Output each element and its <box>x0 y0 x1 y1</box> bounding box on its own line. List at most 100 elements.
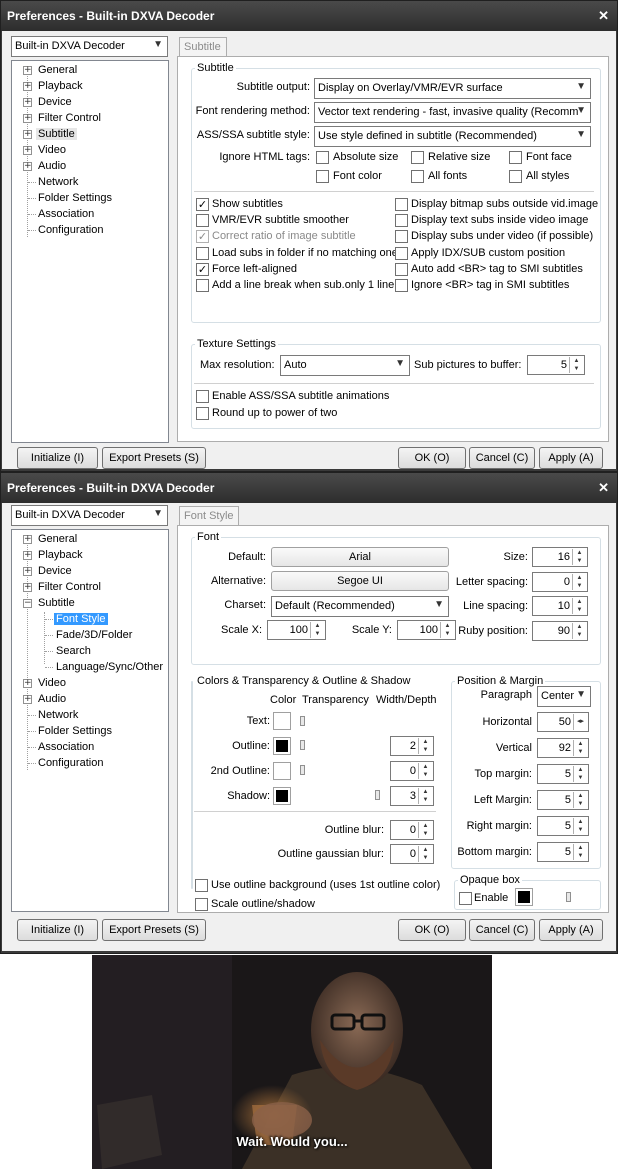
expand-icon[interactable]: + <box>23 583 32 592</box>
apply-button[interactable]: Apply (A) <box>539 919 603 941</box>
html-absolute-size-checkbox[interactable] <box>316 151 329 164</box>
tree-item-audio[interactable]: Audio <box>38 693 66 705</box>
outline2-transparency-slider[interactable] <box>300 770 380 771</box>
initialize-button[interactable]: Initialize (I) <box>17 447 98 469</box>
tree-item-device[interactable]: Device <box>38 565 72 577</box>
slider-thumb[interactable] <box>566 892 571 902</box>
tree-item-audio[interactable]: Audio <box>38 160 66 172</box>
expand-icon[interactable]: + <box>23 679 32 688</box>
spin-arrows-icon[interactable]: ▲ ▼ <box>572 549 586 565</box>
scale-outline-checkbox[interactable] <box>195 898 208 911</box>
gaussian-blur-spinner[interactable]: 0 ▲ ▼ <box>390 844 434 864</box>
spin-arrows-icon[interactable]: ▲ ▼ <box>573 818 587 834</box>
bitmap-outside-checkbox[interactable] <box>395 198 408 211</box>
tree-item-configuration[interactable]: Configuration <box>38 224 103 236</box>
alt-font-button[interactable]: Segoe UI <box>271 571 449 591</box>
ass-animations-checkbox[interactable] <box>196 390 209 403</box>
text-color-swatch[interactable] <box>273 712 291 730</box>
title-bar[interactable]: Preferences - Built-in DXVA Decoder ✕ <box>1 1 617 31</box>
tree-item-network[interactable]: Network <box>38 709 78 721</box>
bottom-margin-spinner[interactable]: 5 ▲ ▼ <box>537 842 589 862</box>
expand-icon[interactable]: + <box>23 82 32 91</box>
close-icon[interactable]: ✕ <box>598 8 609 24</box>
html-all-fonts-checkbox[interactable] <box>411 170 424 183</box>
expand-icon[interactable]: + <box>23 66 32 75</box>
tree-item-video[interactable]: Video <box>38 144 66 156</box>
slider-thumb[interactable] <box>300 740 305 750</box>
outline2-color-swatch[interactable] <box>273 762 291 780</box>
export-presets-button[interactable]: Export Presets (S) <box>102 447 206 469</box>
spin-arrows-icon[interactable]: ▲ ▼ <box>418 822 432 838</box>
scale-x-spinner[interactable]: 100 ▲ ▼ <box>267 620 326 640</box>
tree-item-general[interactable]: General <box>38 533 77 545</box>
close-icon[interactable]: ✕ <box>598 480 609 496</box>
expand-icon[interactable]: + <box>23 695 32 704</box>
tab-font-style[interactable]: Font Style <box>179 506 239 526</box>
tree-item-association[interactable]: Association <box>38 741 94 753</box>
ignore-br-checkbox[interactable] <box>395 279 408 292</box>
text-transparency-slider[interactable] <box>300 721 380 722</box>
auto-br-checkbox[interactable] <box>395 263 408 276</box>
buffer-spinner[interactable]: 5 ▲ ▼ <box>527 355 585 375</box>
text-inside-checkbox[interactable] <box>395 214 408 227</box>
subtitle-output-select[interactable]: Display on Overlay/VMR/EVR surface ▼ <box>314 78 591 99</box>
spin-arrows-icon[interactable]: ▲ ▼ <box>572 623 586 639</box>
outline-blur-spinner[interactable]: 0 ▲ ▼ <box>390 820 434 840</box>
tree-item-subtitle[interactable]: Subtitle <box>38 597 75 609</box>
load-subs-folder-checkbox[interactable] <box>196 247 209 260</box>
cancel-button[interactable]: Cancel (C) <box>469 919 535 941</box>
html-all-styles-checkbox[interactable] <box>509 170 522 183</box>
tree-item-folder-settings[interactable]: Folder Settings <box>38 725 112 737</box>
force-left-aligned-checkbox[interactable]: ✓ <box>196 263 209 276</box>
html-font-color-checkbox[interactable] <box>316 170 329 183</box>
letter-spacing-spinner[interactable]: 0 ▲ ▼ <box>532 572 588 592</box>
expand-icon[interactable]: + <box>23 146 32 155</box>
outline-width-spinner[interactable]: 2 ▲ ▼ <box>390 736 434 756</box>
tree-item-language-sync-other[interactable]: Language/Sync/Other <box>56 661 163 673</box>
spin-arrows-icon[interactable]: ▲ ▼ <box>572 598 586 614</box>
opaque-enable-checkbox[interactable] <box>459 892 472 905</box>
subtitle-smoother-checkbox[interactable] <box>196 214 209 227</box>
expand-icon[interactable]: + <box>23 567 32 576</box>
shadow-transparency-slider[interactable] <box>300 795 380 796</box>
default-font-button[interactable]: Arial <box>271 547 449 567</box>
outline-transparency-slider[interactable] <box>300 745 380 746</box>
spin-arrows-icon[interactable]: ▲ ▼ <box>418 738 432 754</box>
font-rendering-select[interactable]: Vector text rendering - fast, invasive q… <box>314 102 591 123</box>
spin-arrows-icon[interactable]: ▲ ▼ <box>572 574 586 590</box>
round-power-checkbox[interactable] <box>196 407 209 420</box>
tree-item-fade-3d-folder[interactable]: Fade/3D/Folder <box>56 629 132 641</box>
line-spacing-spinner[interactable]: 10 ▲ ▼ <box>532 596 588 616</box>
tab-subtitle[interactable]: Subtitle <box>179 37 227 57</box>
export-presets-button[interactable]: Export Presets (S) <box>102 919 206 941</box>
correct-ratio-checkbox[interactable]: ✓ <box>196 230 209 243</box>
ruby-position-spinner[interactable]: 90 ▲ ▼ <box>532 621 588 641</box>
html-font-face-checkbox[interactable] <box>509 151 522 164</box>
ass-style-select[interactable]: Use style defined in subtitle (Recommend… <box>314 126 591 147</box>
idx-sub-position-checkbox[interactable] <box>395 247 408 260</box>
opaque-color-swatch[interactable] <box>515 888 533 906</box>
tree-item-subtitle[interactable]: Subtitle <box>36 128 77 140</box>
spin-arrows-icon[interactable]: ▲ ▼ <box>573 766 587 782</box>
apply-button[interactable]: Apply (A) <box>539 447 603 469</box>
top-margin-spinner[interactable]: 5 ▲ ▼ <box>537 764 589 784</box>
charset-select[interactable]: Default (Recommended) ▼ <box>271 596 449 617</box>
cancel-button[interactable]: Cancel (C) <box>469 447 535 469</box>
spin-arrows-icon[interactable]: ◂▸ <box>573 714 587 730</box>
vertical-spinner[interactable]: 92 ▲ ▼ <box>537 738 589 758</box>
outline2-width-spinner[interactable]: 0 ▲ ▼ <box>390 761 434 781</box>
size-spinner[interactable]: 16 ▲ ▼ <box>532 547 588 567</box>
max-resolution-select[interactable]: Auto ▼ <box>280 355 410 376</box>
tree-item-general[interactable]: General <box>38 64 77 76</box>
ok-button[interactable]: OK (O) <box>398 447 466 469</box>
line-break-checkbox[interactable] <box>196 279 209 292</box>
expand-icon[interactable]: + <box>23 535 32 544</box>
tree-item-folder-settings[interactable]: Folder Settings <box>38 192 112 204</box>
tree-item-filter-control[interactable]: Filter Control <box>38 581 101 593</box>
tree-item-network[interactable]: Network <box>38 176 78 188</box>
expand-icon[interactable]: + <box>23 551 32 560</box>
spin-arrows-icon[interactable]: ▲ ▼ <box>418 788 432 804</box>
filter-select[interactable]: Built-in DXVA Decoder ▼ <box>11 505 168 526</box>
expand-icon[interactable]: + <box>23 98 32 107</box>
collapse-icon[interactable]: − <box>23 599 32 608</box>
